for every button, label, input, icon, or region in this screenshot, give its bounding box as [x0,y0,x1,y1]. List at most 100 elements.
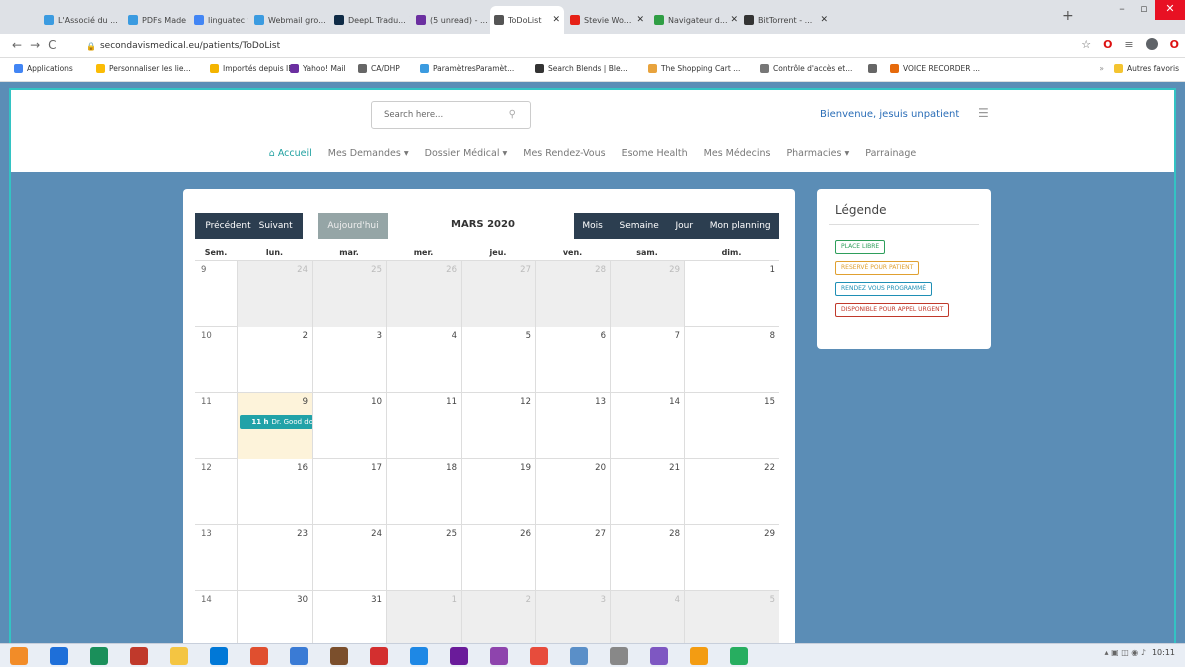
day-cell[interactable]: 27 [461,261,535,327]
welcome-user[interactable]: Bienvenue, jesuis unpatient [820,109,959,120]
bookmark-item[interactable]: Yahoo! Mail [290,64,346,73]
day-cell[interactable]: 9 11 h Dr. Good do [237,393,313,459]
nav-item[interactable]: Parrainage [865,148,916,159]
tool-icon[interactable] [330,647,348,665]
view-planning-button[interactable]: Mon planning [710,221,771,231]
other-bookmarks[interactable]: » Autres favoris [1099,64,1179,73]
ie-icon[interactable] [50,647,68,665]
network-icon[interactable] [290,647,308,665]
app-icon[interactable] [730,647,748,665]
browser-tab[interactable]: Navigateur d... ✕ [650,6,738,34]
day-cell[interactable]: 1 [684,261,779,327]
cd-icon[interactable] [610,647,628,665]
day-cell[interactable]: 3 [312,327,386,393]
day-cell[interactable]: 5 [684,591,779,643]
day-cell[interactable]: 29 [610,261,684,327]
tab-close-icon[interactable]: ✕ [118,15,122,25]
app-icon[interactable] [690,647,708,665]
nav-item[interactable]: Mes Médecins [704,148,771,159]
reading-list-icon[interactable]: ≡ [1124,38,1133,51]
star-icon[interactable]: ☆ [1081,38,1091,51]
filezilla-icon[interactable] [370,647,388,665]
browser-tab[interactable]: Stevie Wo... ✕ [566,6,648,34]
day-cell[interactable]: 13 [535,393,610,459]
day-cell[interactable]: 23 [237,525,312,591]
day-cell[interactable]: 27 [535,525,610,591]
vlc-icon[interactable] [10,647,28,665]
day-cell[interactable]: 29 [684,525,779,591]
headset-icon[interactable] [650,647,668,665]
day-cell[interactable]: 31 [312,591,386,643]
day-cell[interactable]: 24 [312,525,386,591]
day-cell[interactable]: 8 [684,327,779,393]
day-cell[interactable]: 18 [386,459,461,525]
media-icon[interactable] [570,647,588,665]
day-cell[interactable]: 1 [386,591,461,643]
day-cell[interactable]: 17 [312,459,386,525]
tab-close-icon[interactable]: ✕ [549,15,560,25]
forward-icon[interactable]: → [30,38,48,52]
view-month-button[interactable]: Mois [582,221,602,231]
day-cell[interactable]: 24 [237,261,312,327]
day-cell[interactable]: 2 [461,591,535,643]
day-cell[interactable]: 25 [386,525,461,591]
day-cell[interactable]: 5 [461,327,535,393]
tab-close-icon[interactable]: ✕ [633,15,644,25]
day-cell[interactable]: 14 [610,393,684,459]
chrome-icon[interactable] [530,647,548,665]
search-input[interactable]: Search here... ⚲ [371,101,531,129]
browser-tab[interactable]: Webmail gro...✕ [250,6,328,34]
search-icon[interactable]: ⚲ [509,109,516,120]
prev-button[interactable]: Précédent [205,221,250,231]
day-cell[interactable]: 26 [461,525,535,591]
day-cell[interactable]: 26 [386,261,461,327]
opera-icon[interactable] [130,647,148,665]
day-cell[interactable]: 3 [535,591,610,643]
browser-tab[interactable]: L'Associé du ...✕ [40,6,122,34]
next-button[interactable]: Suivant [259,221,293,231]
view-day-button[interactable]: Jour [675,221,693,231]
day-cell[interactable]: 12 [461,393,535,459]
tab-close-icon[interactable]: ✕ [406,15,410,25]
tab-close-icon[interactable]: ✕ [326,15,328,25]
day-cell[interactable]: 7 [610,327,684,393]
maximize-button[interactable]: ▫ [1133,0,1155,20]
browser-tab[interactable]: (5 unread) - ...✕ [412,6,488,34]
today-button[interactable]: Aujourd'hui [318,213,388,239]
day-cell[interactable]: 6 [535,327,610,393]
list-icon[interactable]: ☰ [978,106,989,120]
day-cell[interactable]: 25 [312,261,386,327]
reload-icon[interactable]: C [48,38,64,52]
url-field[interactable]: 🔒 secondavismedical.eu/patients/ToDoList [86,37,1046,55]
nav-item[interactable]: Esome Health [622,148,688,159]
app-icon[interactable] [90,647,108,665]
vs-icon[interactable] [450,647,468,665]
browser-tab[interactable]: PDFs Made S...✕ [124,6,188,34]
day-cell[interactable]: 15 [684,393,779,459]
minimize-button[interactable]: – [1111,0,1133,20]
nav-item[interactable]: Mes Rendez-Vous [523,148,605,159]
tab-close-icon[interactable]: ✕ [728,15,739,25]
nav-item[interactable]: Mes Demandes ▾ [328,148,409,159]
back-icon[interactable]: ← [12,38,30,52]
new-tab-button[interactable]: + [1062,8,1074,24]
folder-icon[interactable] [170,647,188,665]
day-cell[interactable]: 2 [237,327,312,393]
day-cell[interactable]: 30 [237,591,312,643]
bookmark-item[interactable]: ParamètresParamèt... [420,64,514,73]
bookmark-item[interactable]: Search Blends | Ble... [535,64,628,73]
bookmark-item[interactable]: Contrôle d'accès et... [760,64,852,73]
day-cell[interactable]: 19 [461,459,535,525]
publisher-icon[interactable] [490,647,508,665]
day-cell[interactable]: 4 [386,327,461,393]
skype-icon[interactable] [210,647,228,665]
day-cell[interactable]: 10 [312,393,386,459]
bookmark-item[interactable]: CA/DHP [358,64,400,73]
bookmark-item[interactable] [868,64,881,73]
day-cell[interactable]: 4 [610,591,684,643]
tray-icons[interactable]: ▴ ▣ ◫ ◉ ♪ [1105,648,1146,657]
day-cell[interactable]: 28 [535,261,610,327]
day-cell[interactable]: 21 [610,459,684,525]
clock[interactable]: 10:11 [1152,648,1175,657]
browser-tab[interactable]: DeepL Tradu...✕ [330,6,410,34]
